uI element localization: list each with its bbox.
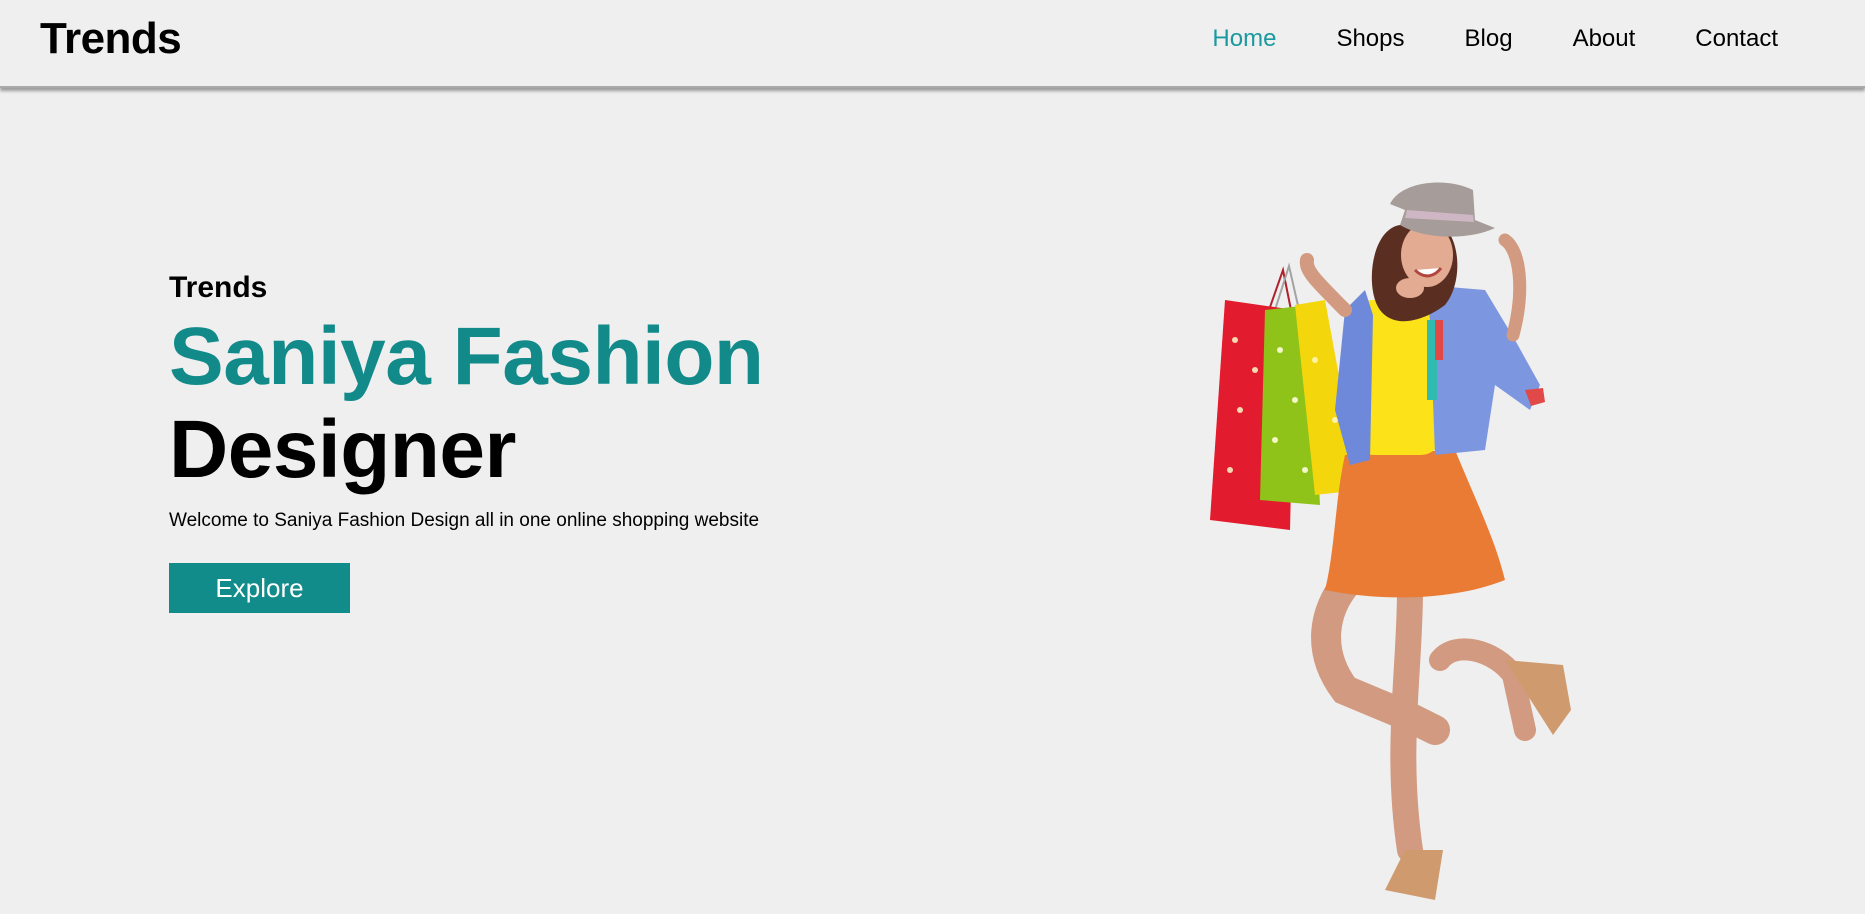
nav-link-shops[interactable]: Shops <box>1336 24 1404 54</box>
explore-button[interactable]: Explore <box>169 563 350 613</box>
hero-model-image <box>1210 182 1571 900</box>
brand-logo[interactable]: Trends <box>40 14 182 64</box>
nav-link-blog[interactable]: Blog <box>1465 24 1513 54</box>
hero-tagline: Welcome to Saniya Fashion Design all in … <box>169 510 760 531</box>
nav-link-about[interactable]: About <box>1573 24 1636 54</box>
nav-menu: Home Shops Blog About Contact <box>1152 24 1778 54</box>
model-legs <box>1311 570 1571 900</box>
hero-headline: Designer <box>169 404 516 495</box>
model-skirt <box>1325 450 1505 598</box>
hero-headline-accent: Saniya Fashion <box>169 311 764 402</box>
hero-eyebrow: Trends <box>169 271 268 304</box>
nav-link-contact[interactable]: Contact <box>1695 24 1778 54</box>
top-navbar: Trends Home Shops Blog About Contact <box>0 0 1865 88</box>
hero-section: Trends Saniya Fashion Designer Welcome t… <box>169 268 764 613</box>
nav-link-home[interactable]: Home <box>1212 24 1276 54</box>
